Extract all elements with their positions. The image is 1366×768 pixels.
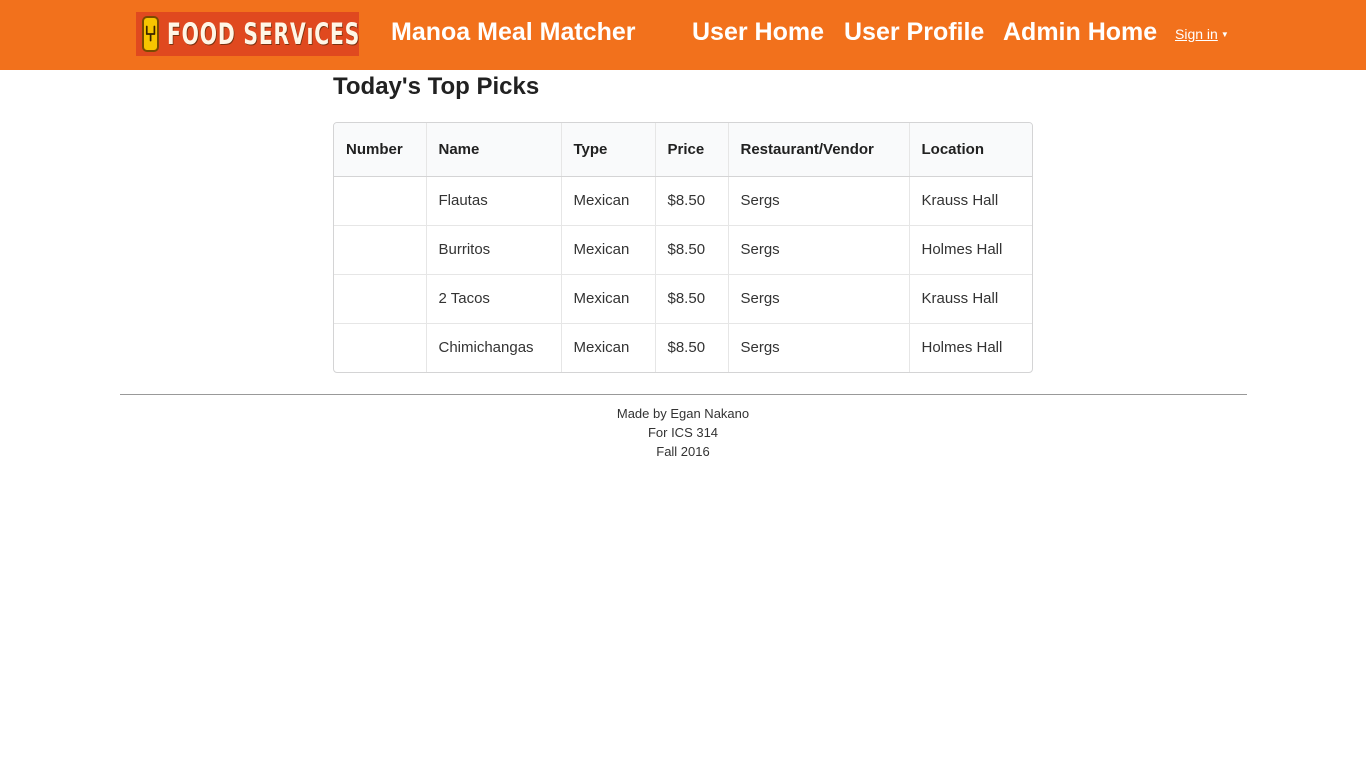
cell-number	[334, 322, 426, 372]
nav-user-profile[interactable]: User Profile	[844, 18, 984, 47]
cell-name: Burritos	[425, 224, 561, 274]
cell-vendor: Sergs	[727, 273, 909, 323]
footer-course: For ICS 314	[647, 425, 719, 440]
cell-vendor: Sergs	[727, 224, 909, 274]
table-row: Chimichangas Mexican $8.50 Sergs Holmes …	[334, 322, 1032, 372]
food-services-logo[interactable]: ⑂ FOOD SERVıCES	[136, 12, 359, 56]
sign-in-dropdown[interactable]: Sign in ▼	[1175, 26, 1229, 42]
column-header-price: Price	[654, 123, 728, 177]
table-header-row: Number Name Type Price Restaurant/Vendor…	[334, 123, 1032, 177]
nav-user-home[interactable]: User Home	[692, 18, 824, 47]
top-picks-table: Number Name Type Price Restaurant/Vendor…	[333, 122, 1033, 373]
cell-type: Mexican	[560, 273, 655, 323]
column-header-location: Location	[908, 123, 1032, 177]
cell-location: Krauss Hall	[908, 176, 1032, 225]
cell-location: Holmes Hall	[908, 322, 1032, 372]
app-title-link[interactable]: Manoa Meal Matcher	[391, 18, 636, 47]
caret-down-icon: ▼	[1220, 30, 1229, 39]
cell-vendor: Sergs	[727, 322, 909, 372]
cell-price: $8.50	[654, 322, 728, 372]
footer-credit: Made by Egan Nakano	[616, 406, 750, 421]
cell-price: $8.50	[654, 176, 728, 225]
column-header-vendor: Restaurant/Vendor	[727, 123, 909, 177]
cell-location: Krauss Hall	[908, 273, 1032, 323]
column-header-number: Number	[334, 123, 426, 177]
cell-number	[334, 224, 426, 274]
logo-text: FOOD SERVıCES	[167, 17, 361, 51]
nav-admin-home[interactable]: Admin Home	[1003, 18, 1157, 47]
cell-name: Chimichangas	[425, 322, 561, 372]
column-header-type: Type	[560, 123, 655, 177]
cell-number	[334, 176, 426, 225]
cell-price: $8.50	[654, 273, 728, 323]
cell-vendor: Sergs	[727, 176, 909, 225]
table-row: 2 Tacos Mexican $8.50 Sergs Krauss Hall	[334, 273, 1032, 323]
cell-type: Mexican	[560, 322, 655, 372]
sign-in-label: Sign in	[1175, 26, 1218, 42]
table-row: Flautas Mexican $8.50 Sergs Krauss Hall	[334, 176, 1032, 225]
cell-location: Holmes Hall	[908, 224, 1032, 274]
cell-price: $8.50	[654, 224, 728, 274]
top-navbar: ⑂ FOOD SERVıCES Manoa Meal Matcher User …	[0, 0, 1366, 70]
footer-divider	[120, 394, 1247, 395]
page-title: Today's Top Picks	[333, 73, 540, 100]
footer: Made by Egan Nakano For ICS 314 Fall 201…	[0, 404, 1366, 461]
table-row: Burritos Mexican $8.50 Sergs Holmes Hall	[334, 224, 1032, 274]
cell-name: Flautas	[425, 176, 561, 225]
fork-knife-icon: ⑂	[142, 16, 160, 52]
column-header-name: Name	[425, 123, 561, 177]
cell-type: Mexican	[560, 224, 655, 274]
footer-term: Fall 2016	[656, 444, 710, 459]
cell-number	[334, 273, 426, 323]
cell-name: 2 Tacos	[425, 273, 561, 323]
cell-type: Mexican	[560, 176, 655, 225]
